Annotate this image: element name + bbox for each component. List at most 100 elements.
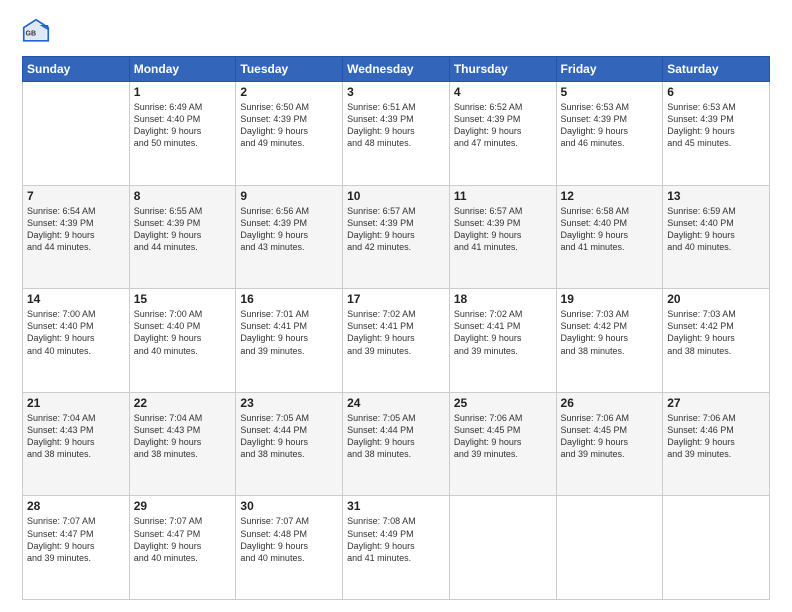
day-number: 7 — [27, 189, 125, 203]
day-number: 28 — [27, 499, 125, 513]
calendar-cell: 11 Sunrise: 6:57 AM Sunset: 4:39 PM Dayli… — [449, 185, 556, 289]
day-number: 18 — [454, 292, 552, 306]
calendar-cell: 23 Sunrise: 7:05 AM Sunset: 4:44 PM Dayli… — [236, 392, 343, 496]
day-number: 17 — [347, 292, 445, 306]
day-number: 24 — [347, 396, 445, 410]
cell-info: Sunrise: 7:04 AM Sunset: 4:43 PM Dayligh… — [134, 412, 232, 461]
day-number: 8 — [134, 189, 232, 203]
calendar-cell: 24 Sunrise: 7:05 AM Sunset: 4:44 PM Dayli… — [343, 392, 450, 496]
cell-info: Sunrise: 6:57 AM Sunset: 4:39 PM Dayligh… — [454, 205, 552, 254]
cell-info: Sunrise: 7:03 AM Sunset: 4:42 PM Dayligh… — [561, 308, 659, 357]
day-number: 6 — [667, 85, 765, 99]
calendar-cell: 9 Sunrise: 6:56 AM Sunset: 4:39 PM Daylig… — [236, 185, 343, 289]
logo: GB — [22, 18, 54, 46]
cell-info: Sunrise: 6:56 AM Sunset: 4:39 PM Dayligh… — [240, 205, 338, 254]
calendar-cell: 27 Sunrise: 7:06 AM Sunset: 4:46 PM Dayli… — [663, 392, 770, 496]
cell-info: Sunrise: 7:06 AM Sunset: 4:45 PM Dayligh… — [561, 412, 659, 461]
calendar-cell: 8 Sunrise: 6:55 AM Sunset: 4:39 PM Daylig… — [129, 185, 236, 289]
header: GB — [22, 18, 770, 46]
day-number: 10 — [347, 189, 445, 203]
calendar-cell: 29Sunrise: 7:07 AM Sunset: 4:47 PM Dayli… — [129, 496, 236, 600]
calendar-cell: 18 Sunrise: 7:02 AM Sunset: 4:41 PM Dayli… — [449, 289, 556, 393]
cell-info: Sunrise: 7:05 AM Sunset: 4:44 PM Dayligh… — [240, 412, 338, 461]
cell-info: Sunrise: 7:06 AM Sunset: 4:46 PM Dayligh… — [667, 412, 765, 461]
day-number: 13 — [667, 189, 765, 203]
calendar: SundayMondayTuesdayWednesdayThursdayFrid… — [22, 56, 770, 600]
svg-text:GB: GB — [26, 31, 37, 38]
calendar-cell: 22 Sunrise: 7:04 AM Sunset: 4:43 PM Dayli… — [129, 392, 236, 496]
calendar-cell: 1Sunrise: 6:49 AM Sunset: 4:40 PM Daylig… — [129, 82, 236, 186]
day-number: 3 — [347, 85, 445, 99]
cell-info: Sunrise: 6:58 AM Sunset: 4:40 PM Dayligh… — [561, 205, 659, 254]
calendar-cell: 3 Sunrise: 6:51 AM Sunset: 4:39 PM Daylig… — [343, 82, 450, 186]
weekday-header-friday: Friday — [556, 57, 663, 82]
cell-info: Sunrise: 7:05 AM Sunset: 4:44 PM Dayligh… — [347, 412, 445, 461]
cell-info: Sunrise: 6:52 AM Sunset: 4:39 PM Dayligh… — [454, 101, 552, 150]
cell-info: Sunrise: 6:59 AM Sunset: 4:40 PM Dayligh… — [667, 205, 765, 254]
day-number: 27 — [667, 396, 765, 410]
calendar-cell: 4 Sunrise: 6:52 AM Sunset: 4:39 PM Daylig… — [449, 82, 556, 186]
calendar-cell: 28Sunrise: 7:07 AM Sunset: 4:47 PM Dayli… — [23, 496, 130, 600]
calendar-week-4: 21 Sunrise: 7:04 AM Sunset: 4:43 PM Dayli… — [23, 392, 770, 496]
calendar-cell: 13 Sunrise: 6:59 AM Sunset: 4:40 PM Dayli… — [663, 185, 770, 289]
calendar-cell: 5 Sunrise: 6:53 AM Sunset: 4:39 PM Daylig… — [556, 82, 663, 186]
logo-icon: GB — [22, 18, 50, 46]
calendar-cell: 10 Sunrise: 6:57 AM Sunset: 4:39 PM Dayli… — [343, 185, 450, 289]
calendar-cell: 7 Sunrise: 6:54 AM Sunset: 4:39 PM Daylig… — [23, 185, 130, 289]
cell-info: Sunrise: 7:02 AM Sunset: 4:41 PM Dayligh… — [454, 308, 552, 357]
calendar-week-2: 7 Sunrise: 6:54 AM Sunset: 4:39 PM Daylig… — [23, 185, 770, 289]
cell-info: Sunrise: 7:06 AM Sunset: 4:45 PM Dayligh… — [454, 412, 552, 461]
day-number: 20 — [667, 292, 765, 306]
day-number: 23 — [240, 396, 338, 410]
cell-info: Sunrise: 6:54 AM Sunset: 4:39 PM Dayligh… — [27, 205, 125, 254]
day-number: 25 — [454, 396, 552, 410]
weekday-header-tuesday: Tuesday — [236, 57, 343, 82]
calendar-cell — [23, 82, 130, 186]
page: GB SundayMondayTuesdayWednesdayThursdayF… — [0, 0, 792, 612]
weekday-header-sunday: Sunday — [23, 57, 130, 82]
calendar-cell: 25 Sunrise: 7:06 AM Sunset: 4:45 PM Dayli… — [449, 392, 556, 496]
calendar-cell: 17 Sunrise: 7:02 AM Sunset: 4:41 PM Dayli… — [343, 289, 450, 393]
calendar-cell: 12Sunrise: 6:58 AM Sunset: 4:40 PM Dayli… — [556, 185, 663, 289]
calendar-week-3: 14 Sunrise: 7:00 AM Sunset: 4:40 PM Dayli… — [23, 289, 770, 393]
cell-info: Sunrise: 6:49 AM Sunset: 4:40 PM Dayligh… — [134, 101, 232, 150]
day-number: 22 — [134, 396, 232, 410]
cell-info: Sunrise: 6:53 AM Sunset: 4:39 PM Dayligh… — [667, 101, 765, 150]
day-number: 30 — [240, 499, 338, 513]
day-number: 14 — [27, 292, 125, 306]
cell-info: Sunrise: 6:51 AM Sunset: 4:39 PM Dayligh… — [347, 101, 445, 150]
weekday-header-saturday: Saturday — [663, 57, 770, 82]
cell-info: Sunrise: 6:55 AM Sunset: 4:39 PM Dayligh… — [134, 205, 232, 254]
calendar-cell — [556, 496, 663, 600]
day-number: 26 — [561, 396, 659, 410]
cell-info: Sunrise: 7:00 AM Sunset: 4:40 PM Dayligh… — [27, 308, 125, 357]
day-number: 15 — [134, 292, 232, 306]
calendar-cell: 30 Sunrise: 7:07 AM Sunset: 4:48 PM Dayli… — [236, 496, 343, 600]
day-number: 2 — [240, 85, 338, 99]
cell-info: Sunrise: 7:07 AM Sunset: 4:48 PM Dayligh… — [240, 515, 338, 564]
day-number: 11 — [454, 189, 552, 203]
day-number: 29 — [134, 499, 232, 513]
cell-info: Sunrise: 7:02 AM Sunset: 4:41 PM Dayligh… — [347, 308, 445, 357]
calendar-cell — [449, 496, 556, 600]
cell-info: Sunrise: 7:04 AM Sunset: 4:43 PM Dayligh… — [27, 412, 125, 461]
cell-info: Sunrise: 6:57 AM Sunset: 4:39 PM Dayligh… — [347, 205, 445, 254]
weekday-header-thursday: Thursday — [449, 57, 556, 82]
weekday-header-wednesday: Wednesday — [343, 57, 450, 82]
cell-info: Sunrise: 7:01 AM Sunset: 4:41 PM Dayligh… — [240, 308, 338, 357]
cell-info: Sunrise: 7:00 AM Sunset: 4:40 PM Dayligh… — [134, 308, 232, 357]
cell-info: Sunrise: 7:03 AM Sunset: 4:42 PM Dayligh… — [667, 308, 765, 357]
day-number: 31 — [347, 499, 445, 513]
day-number: 9 — [240, 189, 338, 203]
cell-info: Sunrise: 6:53 AM Sunset: 4:39 PM Dayligh… — [561, 101, 659, 150]
calendar-week-1: 1Sunrise: 6:49 AM Sunset: 4:40 PM Daylig… — [23, 82, 770, 186]
calendar-cell: 14 Sunrise: 7:00 AM Sunset: 4:40 PM Dayli… — [23, 289, 130, 393]
day-number: 5 — [561, 85, 659, 99]
day-number: 16 — [240, 292, 338, 306]
day-number: 19 — [561, 292, 659, 306]
calendar-cell: 19 Sunrise: 7:03 AM Sunset: 4:42 PM Dayli… — [556, 289, 663, 393]
day-number: 21 — [27, 396, 125, 410]
day-number: 4 — [454, 85, 552, 99]
weekday-header-monday: Monday — [129, 57, 236, 82]
cell-info: Sunrise: 6:50 AM Sunset: 4:39 PM Dayligh… — [240, 101, 338, 150]
